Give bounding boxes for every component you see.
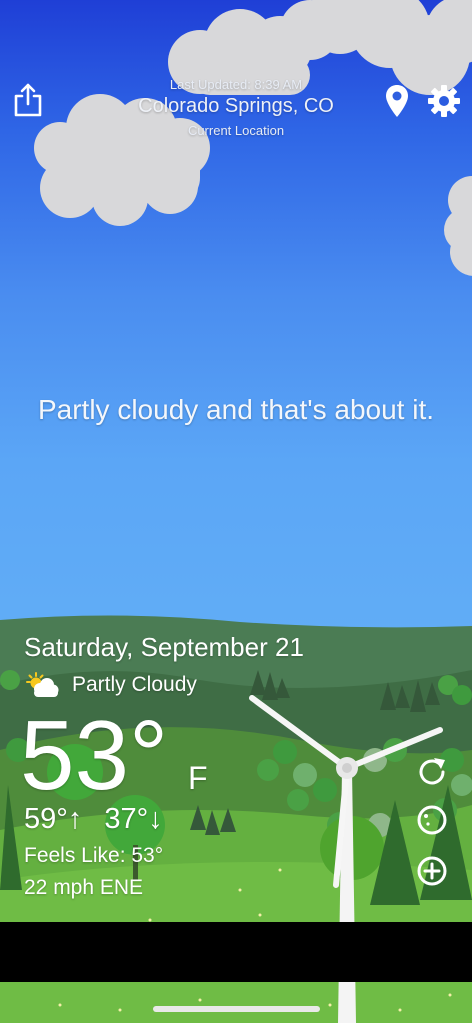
up-arrow-icon: ↑ [67, 803, 83, 835]
bottom-bar [0, 922, 472, 982]
gear-icon[interactable] [427, 84, 461, 118]
feels-like-text: Feels Like: 53° [24, 844, 164, 867]
high-temperature: 59° [24, 803, 68, 835]
moon-radar-icon[interactable] [414, 802, 450, 838]
home-indicator[interactable] [153, 1006, 320, 1012]
partly-cloudy-icon [26, 672, 59, 697]
weather-headline: Partly cloudy and that's about it. [37, 394, 435, 425]
location-subtitle: Current Location [187, 123, 285, 138]
cloud-right-edge [444, 176, 472, 276]
condition-row: Partly Cloudy [24, 670, 197, 700]
down-arrow-icon: ↓ [148, 803, 163, 835]
high-low-row: 59°↑ 37°↓ [24, 803, 163, 836]
header: Last Updated: 8:39 AM Colorado Springs, … [0, 0, 472, 150]
date-label: Saturday, September 21 [24, 632, 304, 662]
temperature-unit[interactable]: F [188, 760, 208, 797]
condition-text: Partly Cloudy [72, 673, 197, 696]
refresh-icon[interactable] [414, 754, 450, 790]
current-temperature: 53° [20, 700, 169, 810]
low-temperature: 37° [104, 803, 149, 835]
add-location-icon[interactable] [414, 853, 450, 889]
location-pin-icon[interactable] [385, 84, 409, 118]
wind-text: 22 mph ENE [24, 876, 144, 899]
